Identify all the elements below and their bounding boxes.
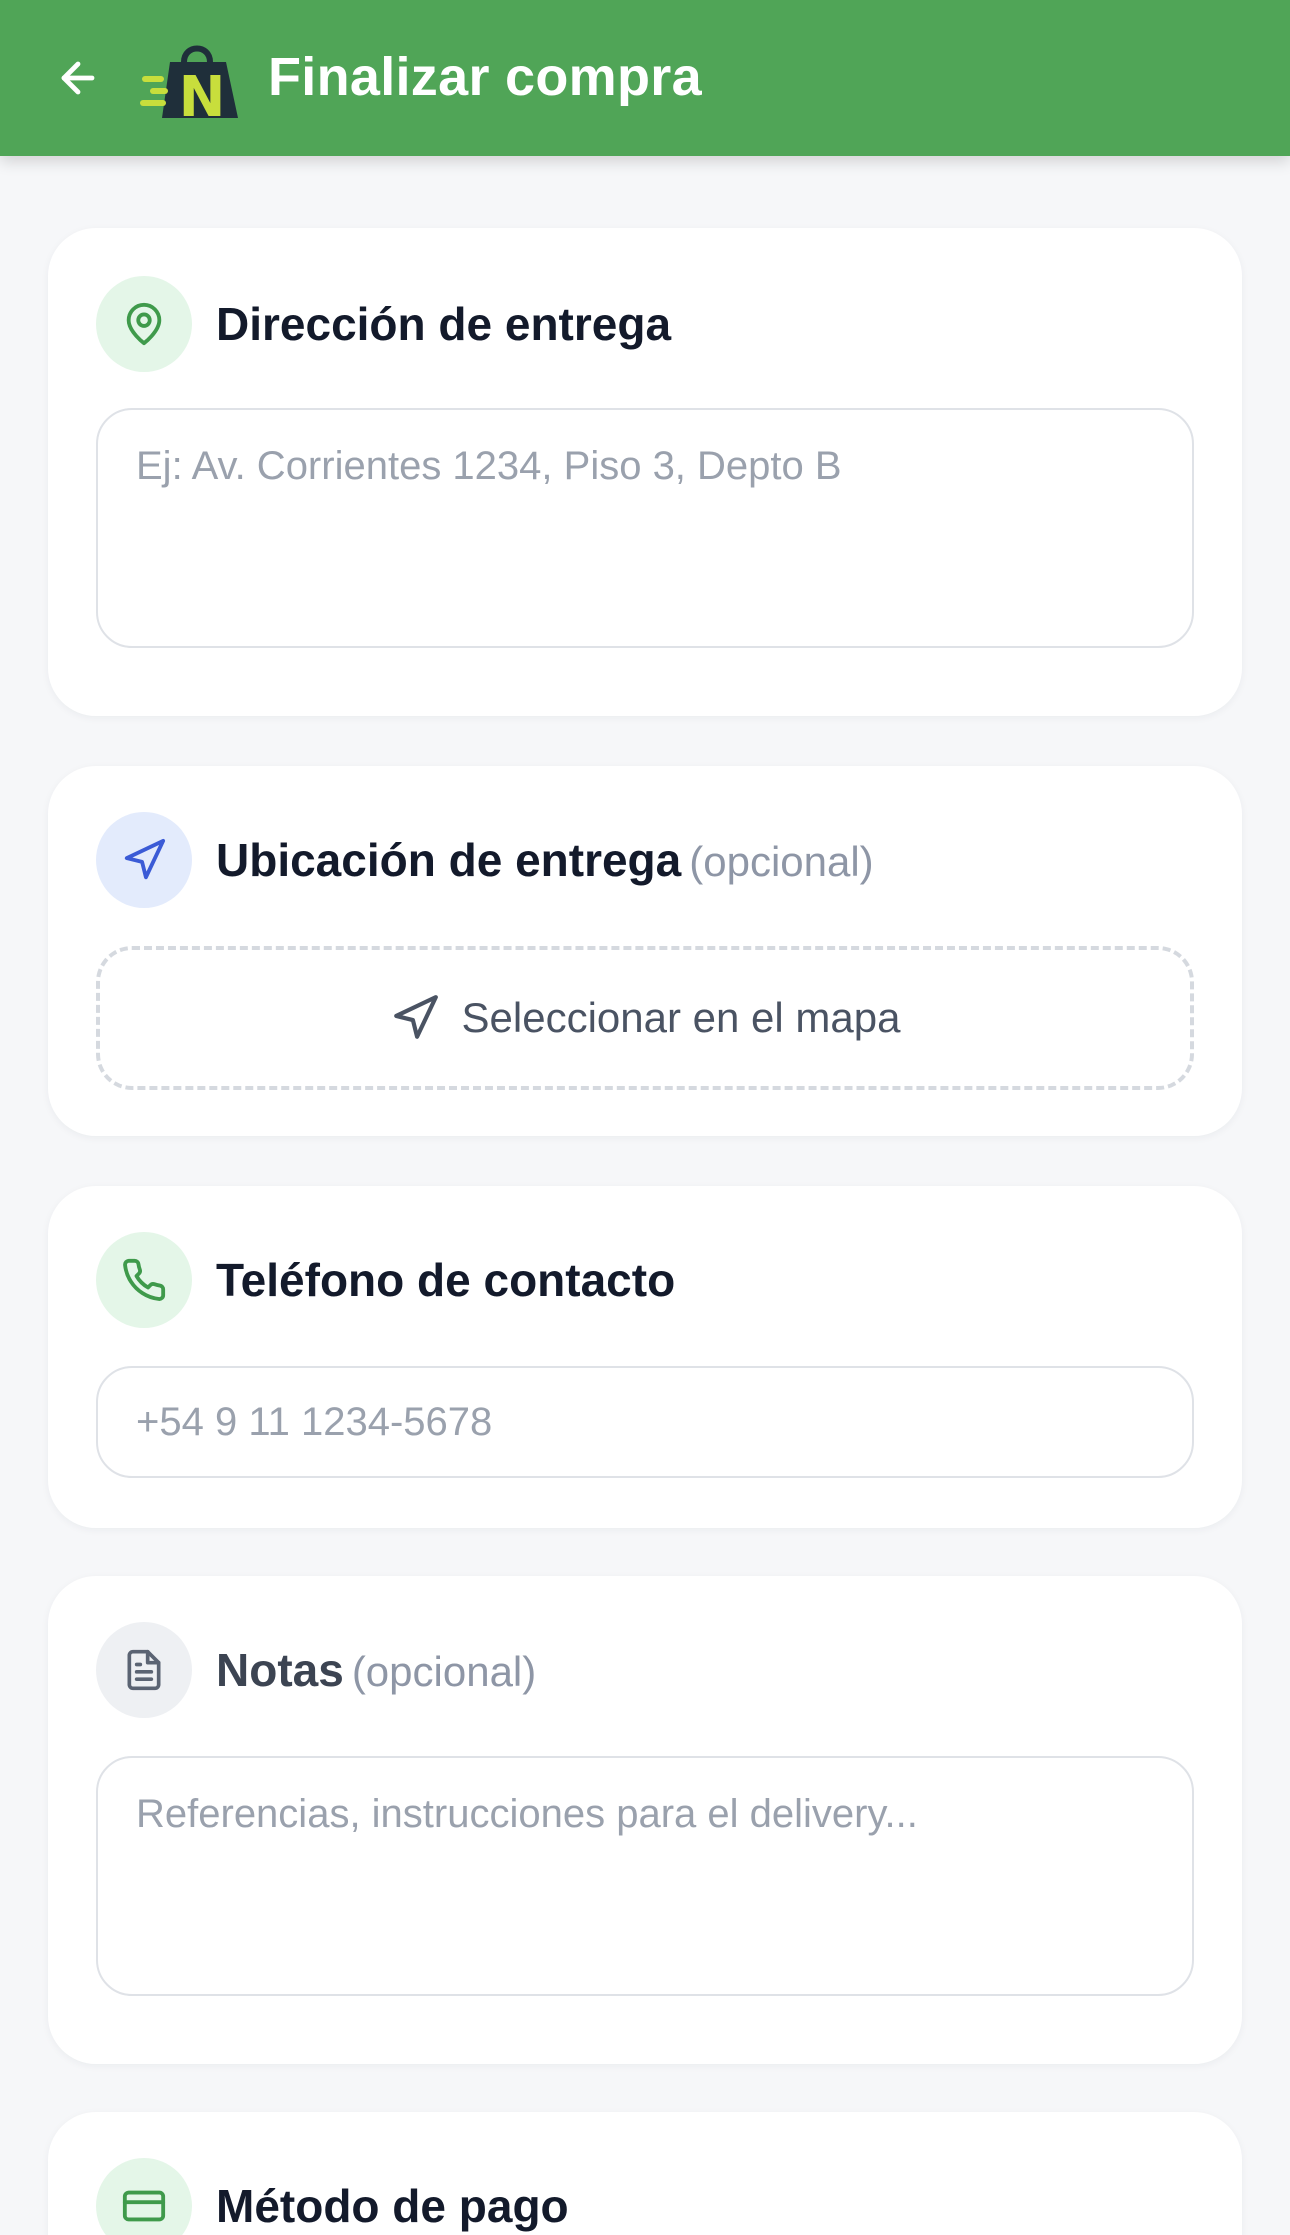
address-icon-badge [96,276,192,372]
map-pin-icon [126,303,162,346]
arrow-left-icon [61,61,95,95]
navigation-icon [393,995,438,1039]
payment-icon-badge [96,2158,192,2235]
phone-icon-badge [96,1232,192,1328]
credit-card-icon [122,2190,166,2222]
location-optional-label: (opcional) [689,838,874,885]
select-on-map-label: Seleccionar en el mapa [461,994,901,1041]
location-title-text: Ubicación de entrega [216,834,682,886]
phone-title: Teléfono de contacto [216,1254,676,1306]
location-icon-badge [96,812,192,908]
phone-card: Teléfono de contacto [48,1186,1242,1528]
back-button[interactable] [48,48,108,108]
logo-letter: N [179,65,226,124]
notes-optional-label: (opcional) [351,1648,537,1695]
phone-icon [123,1258,166,1301]
notes-card: Notas (opcional) [48,1576,1242,2064]
address-card: Dirección de entrega [48,228,1242,716]
notes-icon-badge [96,1622,192,1718]
document-icon [127,1649,161,1691]
notes-title-text: Notas [216,1644,344,1696]
payment-card: Método de pago [48,2112,1242,2235]
address-title: Dirección de entrega [216,298,672,350]
payment-title: Método de pago [216,2180,569,2232]
app-bar: N Finalizar compra [0,0,1290,156]
phone-input[interactable] [96,1366,1194,1478]
location-card: Ubicación de entrega (opcional) Seleccion… [48,766,1242,1136]
address-input[interactable] [96,408,1194,648]
page-title: Finalizar compra [268,47,702,107]
notes-input[interactable] [96,1756,1194,1996]
notes-title: Notas (opcional) [216,1642,536,1700]
navigation-icon [124,838,166,880]
app-logo: N [140,45,238,124]
location-title: Ubicación de entrega (opcional) [216,832,874,890]
select-on-map-button[interactable]: Seleccionar en el mapa [96,946,1194,1090]
